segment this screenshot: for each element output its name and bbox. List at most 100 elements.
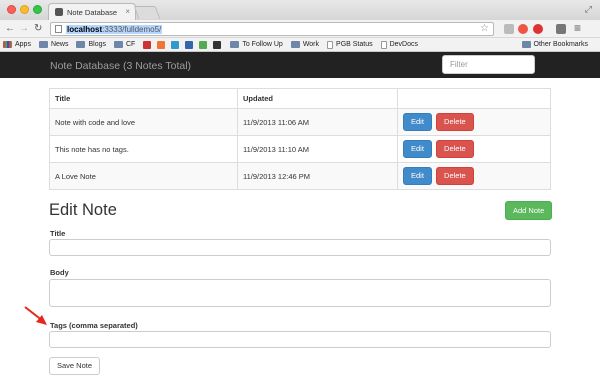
bookmark-other[interactable]: Other Bookmarks <box>521 41 588 48</box>
tab-close-icon[interactable]: × <box>125 7 130 16</box>
app-navbar: Note Database (3 Notes Total) <box>0 52 600 78</box>
minimize-window-button[interactable] <box>20 5 29 14</box>
site-icon <box>171 40 180 49</box>
notes-table: Title Updated Note with code and love 11… <box>49 88 551 190</box>
browser-titlebar: Note Database × ⤢ <box>0 0 600 20</box>
filter-input[interactable] <box>442 55 535 74</box>
url-text: localhost:3333/fulldemo5/ <box>66 24 163 34</box>
bookmark-to-follow-up[interactable]: To Follow Up <box>230 41 283 48</box>
fullscreen-icon[interactable]: ⤢ <box>585 4 592 15</box>
page-icon <box>55 25 62 33</box>
folder-icon <box>290 41 300 48</box>
bookmark-icon-6[interactable] <box>213 40 224 49</box>
note-updated: 11/9/2013 11:10 AM <box>237 135 398 163</box>
site-icon <box>185 40 194 49</box>
annotation-arrow-icon <box>24 306 47 325</box>
note-title: Note with code and love <box>49 108 238 136</box>
note-updated: 11/9/2013 11:06 AM <box>237 108 398 136</box>
delete-button[interactable]: Delete <box>436 140 474 158</box>
bookmark-label: PGB Status <box>336 41 373 48</box>
address-bar[interactable]: localhost:3333/fulldemo5/ ☆ <box>50 22 494 36</box>
tags-input[interactable] <box>49 331 551 348</box>
body-label: Body <box>50 268 69 277</box>
delete-button[interactable]: Delete <box>436 113 474 131</box>
bookmark-label: Work <box>302 41 320 48</box>
table-row: A Love Note 11/9/2013 12:46 PM Edit Dele… <box>49 162 551 190</box>
edit-button[interactable]: Edit <box>403 113 432 131</box>
site-icon <box>157 40 166 49</box>
folder-icon <box>38 41 48 48</box>
edit-button[interactable]: Edit <box>403 140 432 158</box>
bookmark-label: DevDocs <box>389 41 419 48</box>
bookmark-label: News <box>50 41 69 48</box>
page-icon <box>327 40 334 49</box>
forward-icon[interactable]: → <box>19 23 29 35</box>
browser-toolbar: ← → ↻ localhost:3333/fulldemo5/ ☆ ≡ <box>0 20 600 38</box>
bookmark-devdocs[interactable]: DevDocs <box>380 40 419 49</box>
bookmark-blogs[interactable]: Blogs <box>76 41 106 48</box>
bookmark-icon-1[interactable] <box>143 40 154 49</box>
url-path: :3333/fulldemo5/ <box>102 24 162 34</box>
bookmark-cf[interactable]: CF <box>114 41 135 48</box>
tab-title: Note Database <box>67 7 118 17</box>
note-title: This note has no tags. <box>49 135 238 163</box>
table-row: Note with code and love 11/9/2013 11:06 … <box>49 108 551 136</box>
column-header-actions <box>397 88 551 109</box>
site-icon <box>143 40 152 49</box>
adblock-extension-icon[interactable] <box>533 24 543 34</box>
table-row: This note has no tags. 11/9/2013 11:10 A… <box>49 135 551 163</box>
browser-tab[interactable]: Note Database × <box>48 3 136 20</box>
bookmark-label: Blogs <box>88 41 106 48</box>
folder-icon <box>114 41 123 48</box>
extension-icon[interactable] <box>504 24 514 34</box>
bookmark-label: Apps <box>15 41 31 48</box>
folder-icon <box>521 41 531 48</box>
column-header-title: Title <box>49 88 238 109</box>
bookmark-icon-5[interactable] <box>199 40 210 49</box>
bookmark-news[interactable]: News <box>38 41 69 48</box>
folder-icon <box>230 41 240 48</box>
body-textarea[interactable] <box>49 279 551 307</box>
form-heading: Edit Note <box>49 201 117 219</box>
apps-icon <box>3 41 12 48</box>
table-header-row: Title Updated <box>49 88 551 109</box>
folder-icon <box>76 41 86 48</box>
bookmark-apps[interactable]: Apps <box>3 41 31 48</box>
bookmark-label: CF <box>126 41 136 48</box>
bookmark-work[interactable]: Work <box>290 41 320 48</box>
save-note-button[interactable]: Save Note <box>49 357 101 375</box>
back-icon[interactable]: ← <box>5 23 15 35</box>
edit-button[interactable]: Edit <box>403 167 432 185</box>
new-tab-button[interactable] <box>133 6 161 19</box>
note-actions: Edit Delete <box>397 162 551 190</box>
reload-icon[interactable]: ↻ <box>34 23 42 35</box>
bookmarks-bar: Apps News Blogs CF To Follow Up Work PGB… <box>0 38 600 52</box>
opera-extension-icon[interactable] <box>518 24 528 34</box>
note-updated: 11/9/2013 12:46 PM <box>237 162 398 190</box>
column-header-updated: Updated <box>237 88 398 109</box>
note-actions: Edit Delete <box>397 108 551 136</box>
menu-icon[interactable]: ≡ <box>574 22 581 34</box>
bookmark-icon-3[interactable] <box>171 40 182 49</box>
note-title: A Love Note <box>49 162 238 190</box>
bookmark-label: Other Bookmarks <box>533 41 588 48</box>
bolt-icon <box>213 40 222 49</box>
tab-favicon-icon <box>55 8 63 16</box>
page-icon <box>380 40 387 49</box>
note-actions: Edit Delete <box>397 135 551 163</box>
close-window-button[interactable] <box>7 5 16 14</box>
extension-badge-icon[interactable] <box>556 24 566 34</box>
app-brand[interactable]: Note Database (3 Notes Total) <box>50 60 191 72</box>
bookmark-label: To Follow Up <box>242 41 283 48</box>
tags-label: Tags (comma separated) <box>50 321 138 330</box>
bookmark-star-icon[interactable]: ☆ <box>480 23 489 34</box>
add-note-button[interactable]: Add Note <box>505 201 553 220</box>
bookmark-icon-2[interactable] <box>157 40 168 49</box>
zoom-window-button[interactable] <box>33 5 42 14</box>
delete-button[interactable]: Delete <box>436 167 474 185</box>
title-input[interactable] <box>49 239 551 256</box>
bookmark-pgb-status[interactable]: PGB Status <box>327 40 373 49</box>
bookmark-icon-4[interactable] <box>185 40 196 49</box>
url-host: localhost <box>67 24 103 34</box>
site-icon <box>199 40 208 49</box>
